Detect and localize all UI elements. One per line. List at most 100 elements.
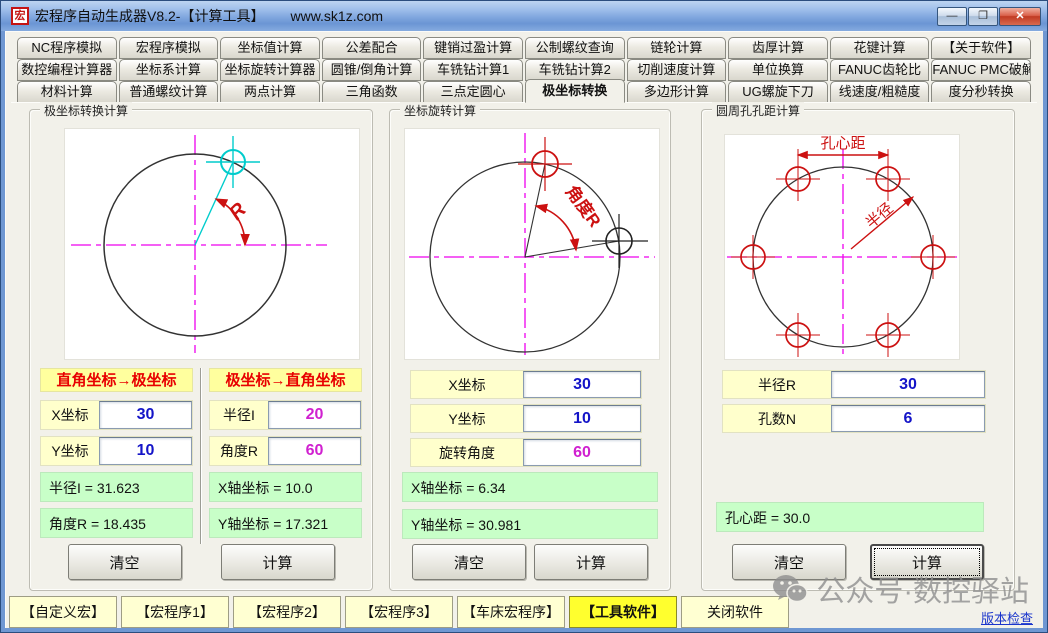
tab[interactable]: 车铣钻计算2 (524, 59, 625, 81)
polar-diagram: R (64, 128, 360, 360)
tab[interactable]: 坐标值计算 (220, 37, 320, 59)
rotate-inputs: X坐标 Y坐标 旋转角度 (410, 370, 642, 472)
maximize-button[interactable]: ❐ (968, 6, 998, 26)
holes-clear-button[interactable]: 清空 (732, 544, 846, 580)
tab[interactable]: UG螺旋下刀 (728, 81, 828, 103)
polar-columns: 直角坐标→极坐标 X坐标 Y坐标 半径I = 31.623 角度R = 18.4… (38, 368, 364, 544)
polar-to-rect-header: 极坐标→直角坐标 (209, 368, 362, 392)
tab[interactable]: 公差配合 (321, 37, 422, 59)
column-divider (200, 368, 202, 544)
titlebar: 宏 宏程序自动生成器V8.2-【计算工具】 www.sk1z.com — ❐ ✕ (1, 1, 1047, 31)
angle-label: 角度R (562, 182, 605, 231)
tab[interactable]: 齿厚计算 (728, 37, 828, 59)
window-controls: — ❐ ✕ (936, 6, 1041, 26)
x-input[interactable] (523, 371, 641, 398)
radius-input[interactable] (268, 401, 361, 429)
holes-panel: 圆周孔孔距计算 孔心距 半径 半径R 30 孔数N 6 孔心距 = 30.0 清… (701, 102, 1015, 591)
tab[interactable]: 两点计算 (220, 81, 320, 103)
tab[interactable]: 坐标旋转计算器 (220, 59, 320, 81)
tab-row-1: NC程序模拟 宏程序模拟 坐标值计算 公差配合 键销过盈计算 公制螺纹查询 链轮计算 齿厚计算… (17, 37, 1031, 59)
tab[interactable]: 三点定圆心 (423, 81, 523, 103)
hole-count-input-label: 孔数N (757, 410, 797, 427)
angle-input[interactable] (268, 437, 361, 465)
bottom-nav-button[interactable]: 【自定义宏】 (9, 596, 117, 628)
holes-diagram: 孔心距 半径 (724, 134, 960, 360)
tab[interactable]: 切削速度计算 (626, 59, 727, 81)
tab[interactable]: 宏程序模拟 (118, 37, 219, 59)
hole-count-field-row: 孔数N (722, 404, 986, 433)
rotate-buttons: 清空 计算 (408, 544, 652, 580)
angle-field-row: 角度R (209, 436, 362, 466)
groupbox-title: 圆周孔孔距计算 (712, 102, 805, 119)
groupbox-title: 极坐标转换计算 (40, 102, 133, 119)
tab[interactable]: 圆锥/倒角计算 (321, 59, 422, 81)
polar-calc-button[interactable]: 计算 (220, 544, 335, 580)
r-label: R (225, 198, 251, 224)
rotation-angle-input[interactable] (523, 439, 641, 466)
tab[interactable]: 数控编程计算器 (17, 59, 117, 81)
tab[interactable]: 极坐标转换 (524, 79, 625, 103)
x-field-row: X坐标 (40, 400, 193, 430)
rotation-angle-input-label: 旋转角度 (439, 444, 495, 461)
tab[interactable]: NC程序模拟 (17, 37, 117, 59)
holes-buttons: 清空 计算 (720, 544, 996, 580)
tab[interactable]: 链轮计算 (626, 37, 727, 59)
radius-input[interactable] (831, 371, 985, 398)
tab[interactable]: 多边形计算 (626, 81, 727, 103)
close-button[interactable]: ✕ (999, 6, 1041, 26)
rotate-results: X轴坐标 = 6.34 Y轴坐标 = 30.981 (402, 472, 658, 546)
y-input[interactable] (99, 437, 192, 465)
y-input-label: Y坐标 (448, 410, 486, 427)
x-input-label: X坐标 (51, 407, 89, 423)
radius-input-label: 半径I (223, 407, 255, 423)
x-field-row: X坐标 (410, 370, 642, 399)
bottom-nav-button[interactable]: 【宏程序1】 (121, 596, 229, 628)
tab[interactable]: 单位换算 (728, 59, 828, 81)
bottom-bar: 【自定义宏】 【宏程序1】 【宏程序2】 【宏程序3】 【车床宏程序】 【工具软件】 关闭软… (9, 596, 793, 628)
tab[interactable]: 键销过盈计算 (423, 37, 523, 59)
bottom-nav-button[interactable]: 【工具软件】 (569, 596, 677, 628)
tab[interactable]: FANUC PMC破解 (931, 59, 1031, 81)
radius-field-row: 半径R (722, 370, 986, 399)
x-input-label: X坐标 (448, 376, 486, 393)
y-axis-result: Y轴坐标 = 30.981 (402, 509, 658, 539)
rect-to-polar-header: 直角坐标→极坐标 (40, 368, 193, 392)
tab[interactable]: 【关于软件】 (931, 37, 1031, 59)
rotate-clear-button[interactable]: 清空 (412, 544, 526, 580)
hole-count-input[interactable] (831, 405, 985, 432)
x-axis-result: X轴坐标 = 6.34 (402, 472, 658, 502)
tab[interactable]: 公制螺纹查询 (524, 37, 625, 59)
y-field-row: Y坐标 (40, 436, 193, 466)
tab[interactable]: 车铣钻计算1 (423, 59, 523, 81)
x-input[interactable] (99, 401, 192, 429)
tab[interactable]: FANUC齿轮比 (829, 59, 930, 81)
tab[interactable]: 度分秒转换 (931, 81, 1031, 103)
tab[interactable]: 三角函数 (321, 81, 422, 103)
polar-panel: 极坐标转换计算 R 直角坐标→极坐标 X坐标 30 Y坐标 10 半径I = 3… (29, 102, 373, 591)
bottom-nav-button[interactable]: 关闭软件 (681, 596, 789, 628)
minimize-button[interactable]: — (937, 6, 967, 26)
rotation-angle-field-row: 旋转角度 (410, 438, 642, 467)
bottom-nav-button[interactable]: 【宏程序3】 (345, 596, 453, 628)
client-area: NC程序模拟 宏程序模拟 坐标值计算 公差配合 键销过盈计算 公制螺纹查询 链轮计算 齿厚计算… (5, 31, 1043, 628)
holes-inputs: 半径R 孔数N (722, 370, 986, 438)
bottom-nav-button[interactable]: 【宏程序2】 (233, 596, 341, 628)
y-field-row: Y坐标 (410, 404, 642, 433)
radius-field-row: 半径I (209, 400, 362, 430)
tab[interactable]: 花键计算 (829, 37, 930, 59)
holes-diagram-svg: 孔心距 半径 (727, 135, 957, 357)
tab[interactable]: 线速度/粗糙度 (829, 81, 930, 103)
holes-calc-button[interactable]: 计算 (870, 544, 984, 580)
polar-clear-button[interactable]: 清空 (67, 544, 182, 580)
version-check-link[interactable]: 版本检查 (981, 608, 1033, 627)
tab[interactable]: 坐标系计算 (118, 59, 219, 81)
holes-results: 孔心距 = 30.0 (716, 502, 984, 539)
rotate-calc-button[interactable]: 计算 (534, 544, 648, 580)
radius-input-label: 半径R (757, 376, 797, 393)
y-input[interactable] (523, 405, 641, 432)
pitch-result: 孔心距 = 30.0 (716, 502, 984, 532)
window-title: 宏程序自动生成器V8.2-【计算工具】 (35, 8, 265, 24)
bottom-nav-button[interactable]: 【车床宏程序】 (457, 596, 565, 628)
tab[interactable]: 材料计算 (17, 81, 117, 103)
tab[interactable]: 普通螺纹计算 (118, 81, 219, 103)
